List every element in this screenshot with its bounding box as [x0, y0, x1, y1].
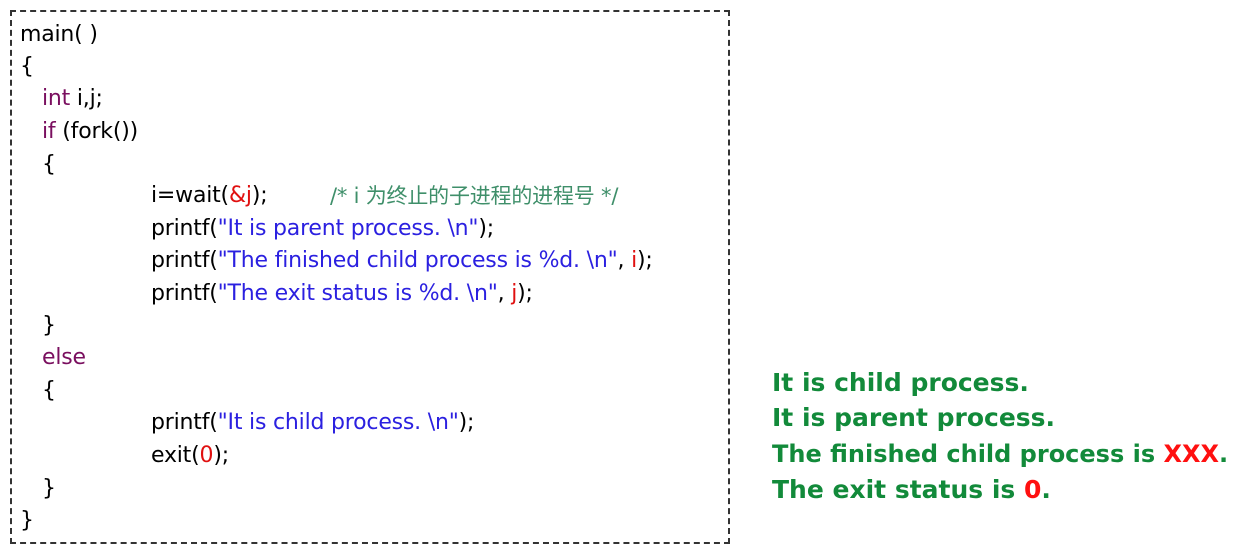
keyword: int [42, 86, 71, 111]
code-text: { [42, 378, 56, 403]
code-line-printf-finished: printf("The finished child process is %d… [151, 246, 653, 276]
code-line-exit: exit(0); [151, 441, 229, 471]
output-value: XXX [1163, 440, 1219, 468]
code-text: main( ) [20, 22, 98, 47]
output-text: The exit status is [772, 475, 1025, 504]
output-text: The finished child process is [772, 440, 1164, 468]
output-text: . [1219, 440, 1229, 468]
string-literal: "It is child process. \n" [217, 410, 459, 435]
code-text: { [42, 152, 56, 177]
code-comment: /* i 为终止的子进程的进程号 */ [330, 184, 619, 208]
code-text: printf( [151, 410, 218, 435]
code-text: } [20, 508, 34, 533]
code-line-else-close: } [42, 474, 56, 504]
output-text: . [1041, 475, 1051, 504]
code-line-if-close: } [42, 311, 56, 341]
code-line-else: else [42, 343, 86, 373]
code-listing [10, 10, 730, 544]
code-text: exit( [151, 443, 200, 468]
code-text: printf( [151, 216, 218, 241]
keyword: else [42, 345, 86, 370]
code-text: printf( [151, 248, 218, 273]
code-line-declaration: int i,j; [42, 84, 103, 114]
code-text: , [497, 281, 512, 306]
code-text: ); [458, 410, 475, 435]
code-line-wait: i=wait(&j); [151, 181, 268, 211]
code-line-open-brace: { [20, 52, 34, 82]
code-text: ); [478, 216, 494, 241]
code-text: ); [517, 281, 533, 306]
output-line-parent: It is parent process. [772, 403, 1056, 432]
code-text: ); [213, 443, 229, 468]
code-line-printf-parent: printf("It is parent process. \n"); [151, 214, 494, 244]
output-value: 0 [1024, 475, 1042, 504]
code-line-if: if (fork()) [42, 117, 138, 147]
code-text: i,j; [70, 86, 103, 111]
string-literal: "The exit status is %d. \n" [217, 281, 498, 306]
code-line-else-brace: { [42, 376, 56, 406]
output-line-exit-status: The exit status is 0. [772, 475, 1051, 505]
code-text: } [42, 313, 56, 338]
string-literal: "The finished child process is %d. \n" [217, 248, 618, 273]
string-literal: "It is parent process. \n" [217, 216, 479, 241]
code-text: , [617, 248, 632, 273]
output-line-finished: The finished child process is XXX. [772, 439, 1228, 469]
code-text: ); [251, 183, 268, 208]
keyword: if [42, 119, 56, 144]
code-text: i=wait( [151, 183, 229, 208]
code-text: { [20, 54, 34, 79]
highlighted-number: 0 [199, 443, 214, 468]
highlighted-variable: &j [228, 183, 252, 208]
code-line-if-brace: { [42, 150, 56, 180]
code-text: (fork()) [55, 119, 138, 144]
code-line-printf-child: printf("It is child process. \n"); [151, 408, 474, 438]
code-text: ); [637, 248, 653, 273]
code-text: printf( [151, 281, 218, 306]
code-text: } [42, 476, 56, 501]
output-line-child: It is child process. [772, 368, 1029, 397]
code-line-close-brace: } [20, 506, 34, 536]
code-line-printf-exit-status: printf("The exit status is %d. \n", j); [151, 279, 533, 309]
code-line-main: main( ) [20, 20, 98, 50]
